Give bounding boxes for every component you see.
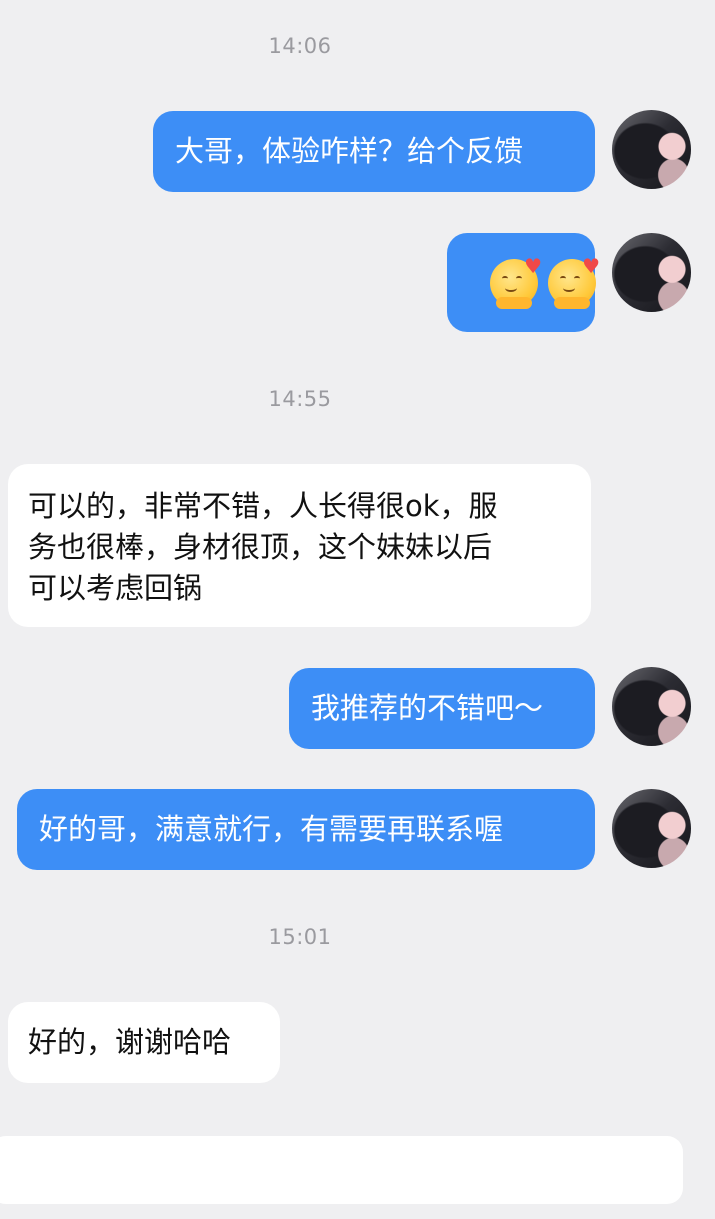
message-input[interactable] [0, 1136, 683, 1204]
timestamp: 14:55 [268, 387, 332, 411]
hug-heart-emoji-icon: ♥ [548, 256, 600, 309]
avatar[interactable] [612, 110, 691, 189]
timestamp: 15:01 [268, 925, 332, 949]
message-text-line: 可以的，非常不错，人长得很ok，服 [28, 489, 498, 523]
timestamp: 14:06 [268, 34, 332, 58]
input-bar [0, 1120, 715, 1219]
message-bubble-outgoing[interactable]: 大哥，体验咋样？给个反馈 [153, 111, 595, 192]
message-text: 好的哥，满意就行，有需要再联系喔 [39, 812, 504, 846]
message-bubble-incoming[interactable]: 可以的，非常不错，人长得很ok，服 务也很棒，身材很顶，这个妹妹以后 可以考虑回… [8, 464, 591, 627]
message-text: 大哥，体验咋样？给个反馈 [175, 134, 524, 168]
hug-heart-emoji-icon: ♥ [490, 256, 542, 309]
message-text-line: 可以考虑回锅 [28, 571, 203, 605]
message-text: 我推荐的不错吧～ [311, 691, 544, 725]
message-bubble-incoming[interactable]: 好的，谢谢哈哈 [8, 1002, 280, 1083]
message-text: 好的，谢谢哈哈 [28, 1025, 232, 1059]
avatar[interactable] [612, 667, 691, 746]
avatar[interactable] [612, 789, 691, 868]
message-bubble-outgoing[interactable]: ♥ ♥ [447, 233, 600, 332]
message-text-line: 务也很棒，身材很顶，这个妹妹以后 [28, 530, 493, 564]
message-bubble-outgoing[interactable]: 好的哥，满意就行，有需要再联系喔 [17, 789, 595, 870]
avatar[interactable] [612, 233, 691, 312]
message-bubble-outgoing[interactable]: 我推荐的不错吧～ [289, 668, 595, 749]
